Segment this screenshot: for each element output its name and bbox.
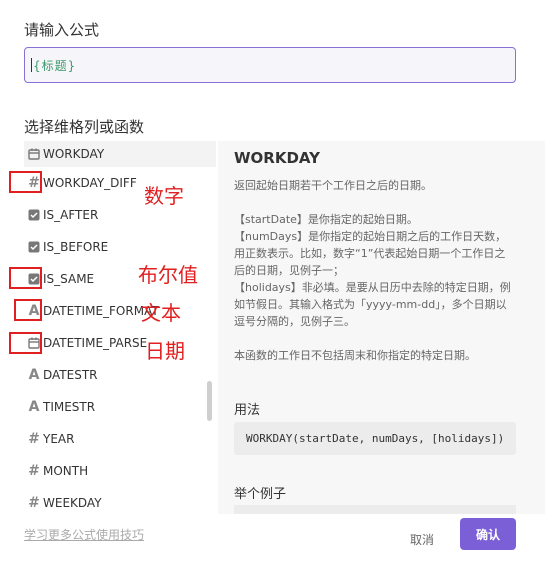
annotation-box-date: [9, 332, 42, 354]
checkbox-icon: [26, 239, 42, 255]
text-cursor: [31, 58, 32, 72]
list-item-label: TIMESTR: [43, 400, 96, 414]
list-item-label: WEEKDAY: [43, 496, 102, 510]
list-item-label: IS_BEFORE: [43, 240, 109, 254]
annotation-box-text: [14, 299, 42, 321]
annotation-box-number: [9, 171, 42, 193]
list-item-label: DATETIME_PARSE: [43, 336, 148, 350]
description-note: 本函数的工作日不包括周末和你指定的特定日期。: [234, 349, 476, 362]
example-heading: 举个例子: [234, 487, 287, 502]
list-item-label: IS_AFTER: [43, 208, 99, 222]
calendar-icon: [26, 146, 42, 162]
description-param-holidays: 【holidays】非必填。是要从日历中去除的特定日期，例如节假日。其输入格式为…: [234, 281, 511, 328]
description-param-numdays: 【numDays】是你指定的起始日期之后的工作日天数，用正数表示。比如，数字“1…: [234, 230, 507, 277]
list-item-label: YEAR: [43, 432, 75, 446]
list-item-datestr[interactable]: A DATESTR: [24, 359, 216, 391]
formula-input[interactable]: {标题}: [24, 47, 516, 83]
list-item-label: WORKDAY: [43, 147, 105, 161]
list-scrollbar[interactable]: [207, 381, 212, 421]
list-item-timestr[interactable]: A TIMESTR: [24, 391, 216, 423]
list-item-label: IS_SAME: [43, 272, 95, 286]
list-item-weekday[interactable]: # WEEKDAY: [24, 487, 216, 514]
function-description: 返回起始日期若干个工作日之后的日期。 【startDate】是你指定的起始日期。…: [234, 177, 514, 364]
usage-heading: 用法: [234, 403, 261, 418]
list-item-workday-diff[interactable]: # WORKDAY_DIFF: [24, 167, 216, 199]
cancel-button[interactable]: 取消: [393, 524, 451, 554]
hash-icon: #: [28, 431, 40, 447]
list-item-datetime-format[interactable]: A DATETIME_FORMAT: [24, 295, 216, 327]
function-detail-panel: WORKDAY 返回起始日期若干个工作日之后的日期。 【startDate】是你…: [218, 141, 545, 517]
checkbox-icon: [26, 207, 42, 223]
list-item-year[interactable]: # YEAR: [24, 423, 216, 455]
list-item-datetime-parse[interactable]: DATETIME_PARSE: [24, 327, 216, 359]
list-item-month[interactable]: # MONTH: [24, 455, 216, 487]
annotation-label-text: 文本: [141, 301, 181, 325]
dialog-footer: 学习更多公式使用技巧 取消 确认: [0, 514, 545, 575]
annotation-box-boolean: [9, 267, 42, 289]
list-item-is-after[interactable]: IS_AFTER: [24, 199, 216, 231]
text-a-icon: A: [28, 367, 40, 383]
annotation-label-date: 日期: [145, 339, 185, 363]
annotation-label-boolean: 布尔值: [138, 263, 198, 287]
function-name: WORKDAY: [234, 149, 320, 167]
function-list: WORKDAY # WORKDAY_DIFF IS_AFTER IS_BEFOR…: [24, 141, 216, 514]
hash-icon: #: [28, 463, 40, 479]
confirm-button[interactable]: 确认: [460, 518, 516, 550]
formula-field-tag: {标题}: [33, 58, 77, 73]
section-title: 选择维格列或函数: [24, 118, 145, 136]
list-item-label: MONTH: [43, 464, 89, 478]
annotation-label-number: 数字: [144, 184, 184, 208]
list-item-label: DATESTR: [43, 368, 98, 382]
description-summary: 返回起始日期若干个工作日之后的日期。: [234, 179, 432, 192]
dialog-title: 请输入公式: [24, 21, 100, 39]
list-item-workday[interactable]: WORKDAY: [24, 141, 216, 167]
description-param-startdate: 【startDate】是你指定的起始日期。: [234, 213, 418, 226]
text-a-icon: A: [28, 399, 40, 415]
hash-icon: #: [28, 495, 40, 511]
formula-tips-link[interactable]: 学习更多公式使用技巧: [24, 526, 144, 543]
list-item-label: WORKDAY_DIFF: [43, 176, 137, 190]
usage-code: WORKDAY(startDate, numDays, [holidays]): [234, 422, 516, 455]
